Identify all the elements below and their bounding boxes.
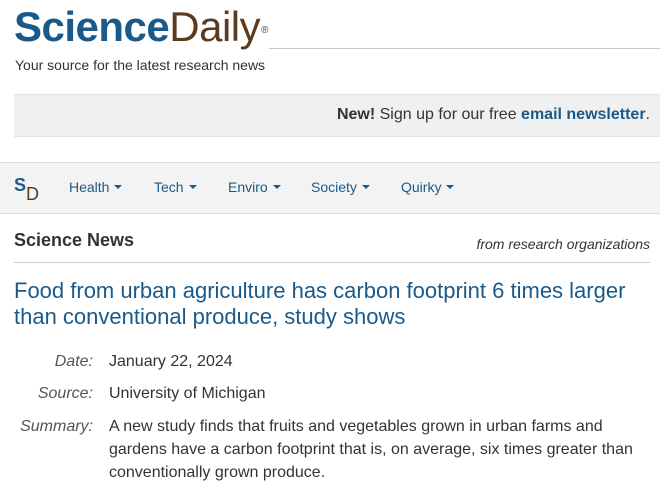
nav-item-tech[interactable]: Tech bbox=[154, 179, 197, 195]
tagline: Your source for the latest research news bbox=[15, 57, 266, 73]
caret-down-icon bbox=[272, 185, 281, 190]
section-title[interactable]: Science News bbox=[14, 230, 134, 251]
section-subtitle: from research organizations bbox=[476, 236, 650, 252]
caret-down-icon bbox=[188, 185, 197, 190]
sciencedaily-logo[interactable]: ScienceDaily® bbox=[14, 4, 269, 50]
nav-item-enviro[interactable]: Enviro bbox=[228, 179, 281, 195]
newsletter-promo: New! Sign up for our free email newslett… bbox=[14, 94, 660, 137]
email-newsletter-link[interactable]: email newsletter bbox=[521, 106, 646, 123]
date-value: January 22, 2024 bbox=[109, 353, 233, 370]
caret-down-icon bbox=[114, 185, 123, 190]
summary-value: A new study finds that fruits and vegeta… bbox=[109, 418, 633, 481]
summary-label: Summary: bbox=[20, 418, 93, 435]
main-nav: SD Health Tech Enviro Society Quirky bbox=[0, 162, 660, 214]
promo-text: New! Sign up for our free email newslett… bbox=[337, 106, 650, 124]
sd-logo-s: S bbox=[14, 175, 27, 195]
masthead: ScienceDaily® Your source for the latest… bbox=[14, 4, 660, 84]
logo-divider bbox=[269, 48, 660, 49]
caret-down-icon bbox=[361, 185, 370, 190]
promo-end: . bbox=[645, 106, 650, 123]
caret-down-icon bbox=[446, 185, 455, 190]
section-header: Science News from research organizations bbox=[14, 230, 650, 263]
promo-body: Sign up for our free bbox=[375, 106, 522, 123]
source-value: University of Michigan bbox=[109, 385, 266, 402]
date-label: Date: bbox=[54, 353, 93, 370]
nav-item-health[interactable]: Health bbox=[69, 179, 123, 195]
source-label: Source: bbox=[37, 385, 93, 402]
promo-new-label: New! bbox=[336, 106, 376, 123]
sd-home-logo[interactable]: SD bbox=[14, 175, 44, 204]
nav-item-society[interactable]: Society bbox=[311, 179, 370, 195]
article-headline: Food from urban agriculture has carbon f… bbox=[14, 278, 626, 329]
sd-logo-d: D bbox=[26, 184, 39, 204]
nav-item-quirky[interactable]: Quirky bbox=[401, 179, 455, 195]
